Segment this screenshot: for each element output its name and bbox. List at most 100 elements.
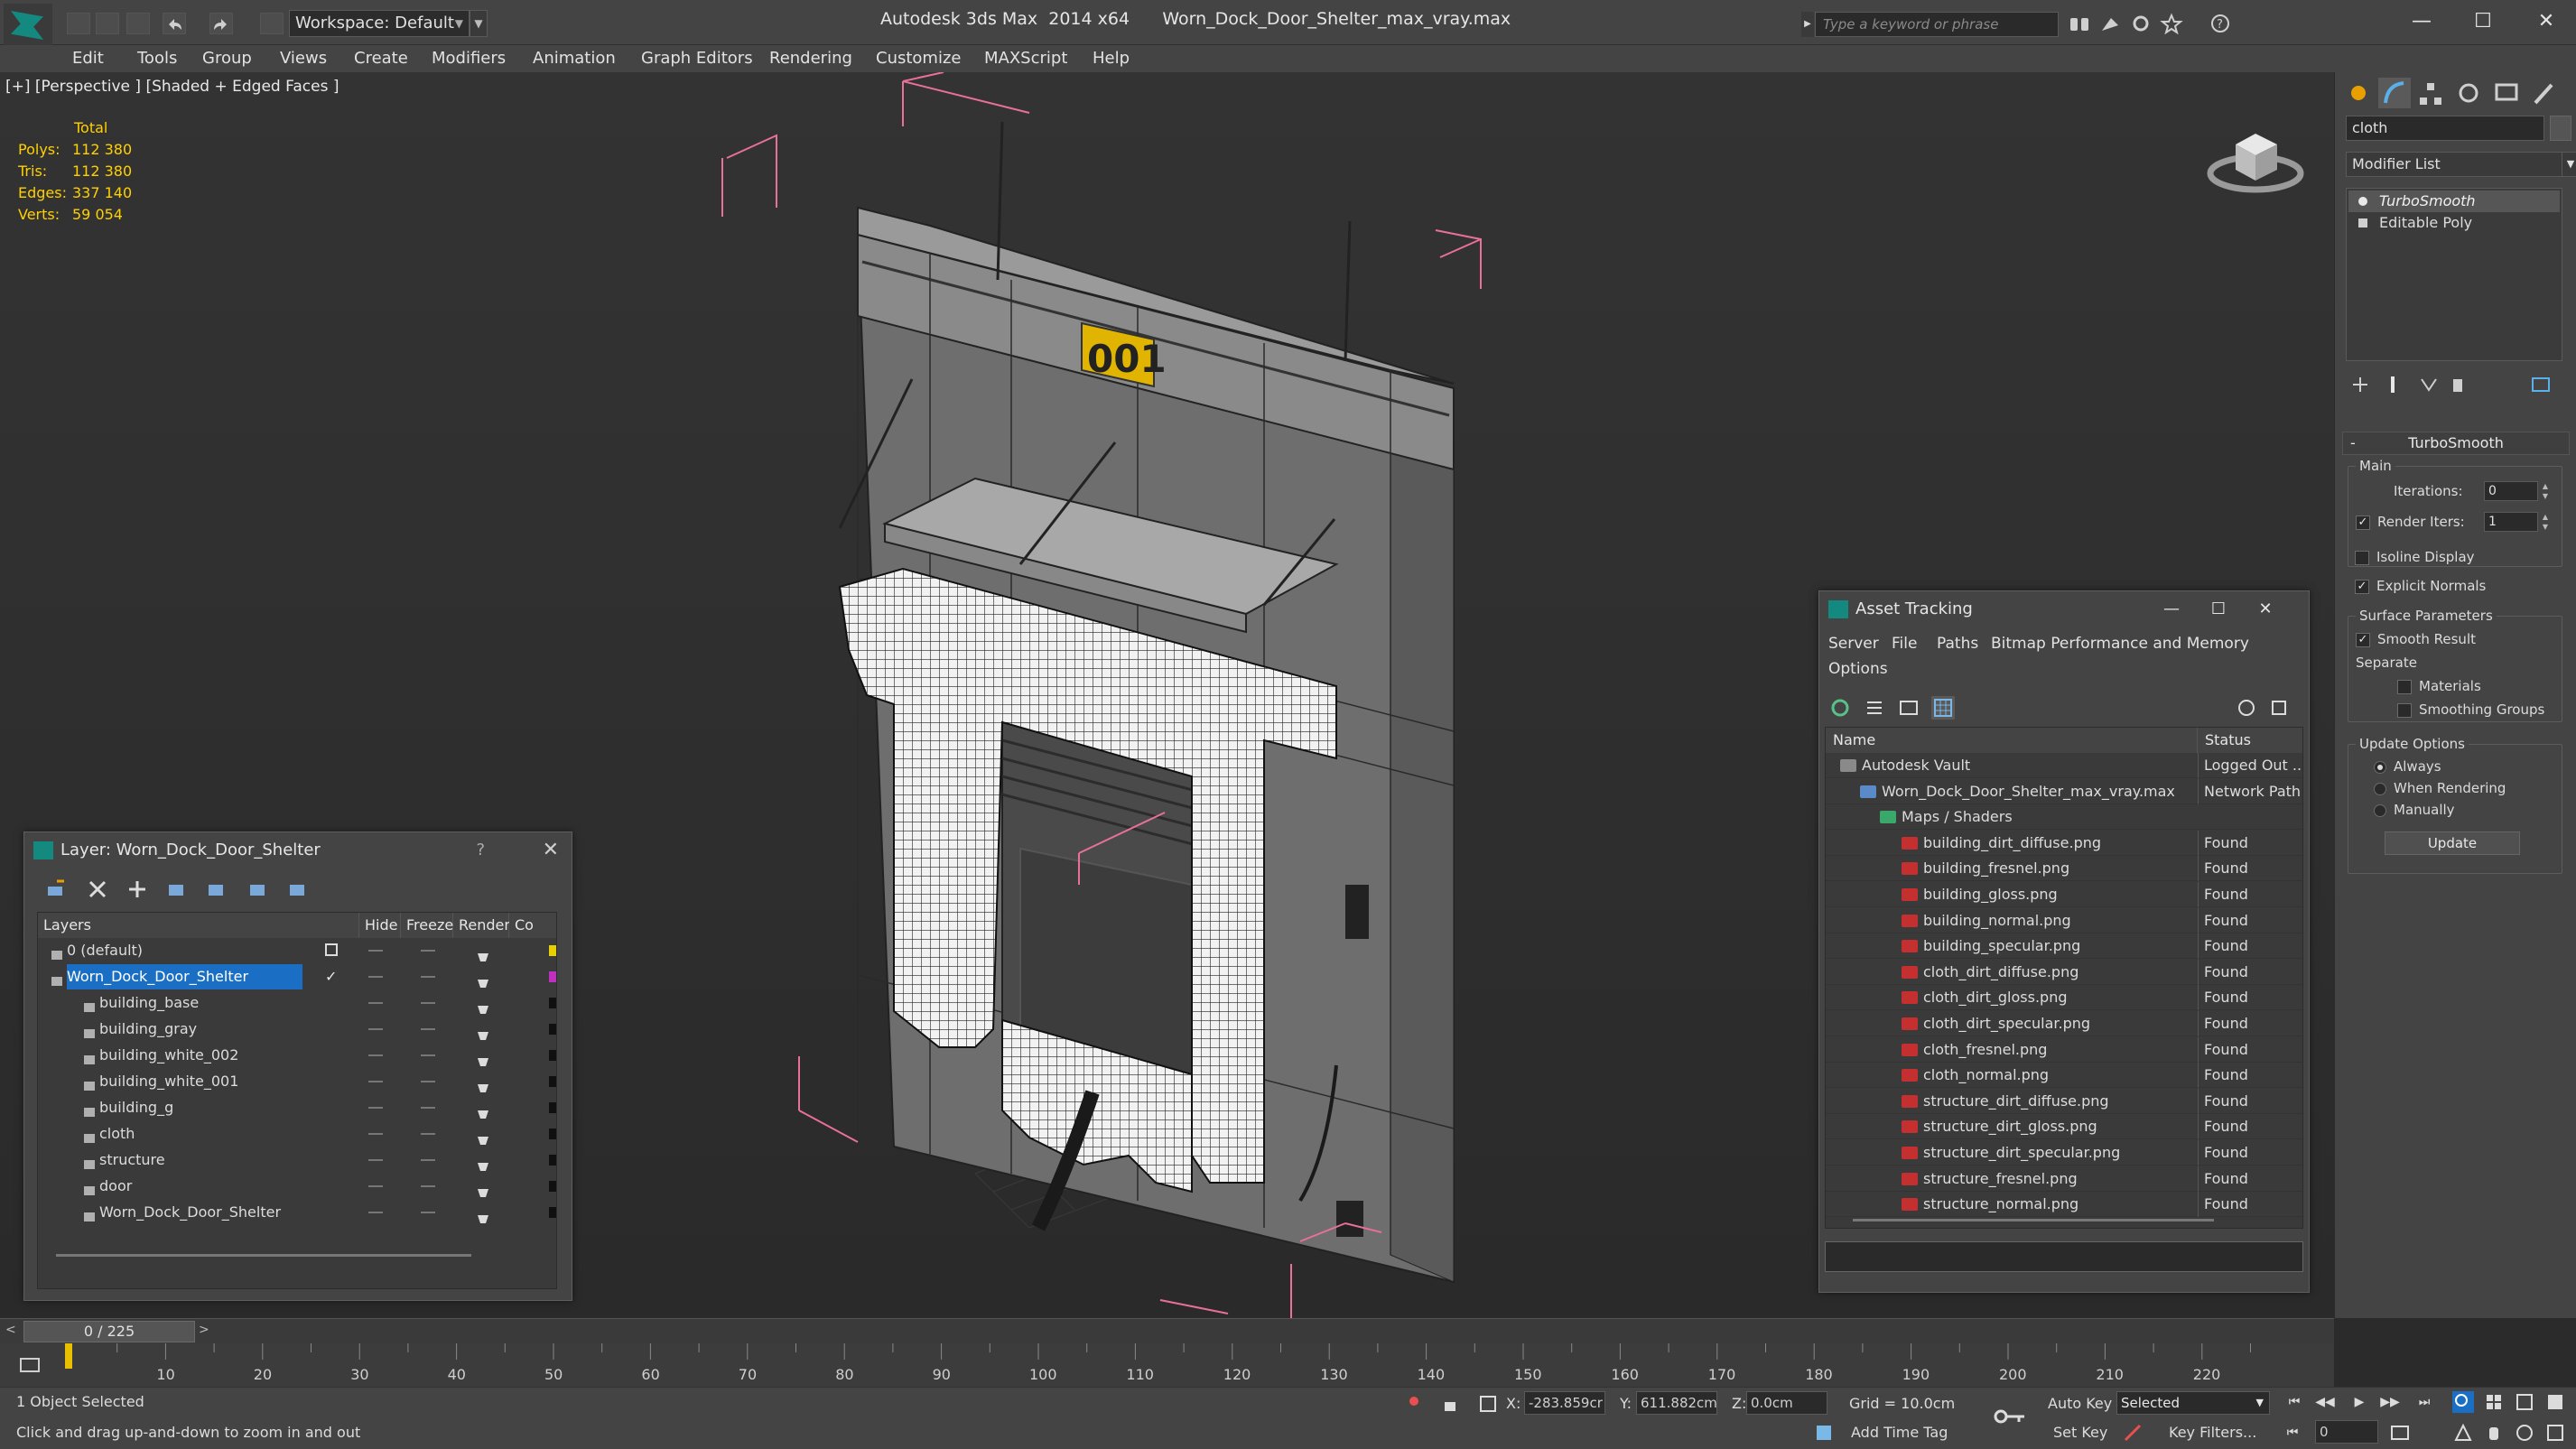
hide-toggle-icon[interactable] (368, 1028, 383, 1030)
layer-row[interactable]: Worn_Dock_Door_Shelter (38, 1200, 556, 1225)
lightbulb-icon[interactable] (2357, 196, 2368, 207)
close-window-button[interactable]: ✕ (2519, 5, 2573, 38)
update-always-radio[interactable] (2374, 761, 2386, 774)
layer-row[interactable]: Worn_Dock_Door_Shelter ✓ (38, 964, 556, 989)
asset-menu-paths[interactable]: Paths (1937, 635, 1978, 653)
go-to-start-button[interactable]: ⏮ (2281, 1389, 2308, 1415)
menu-views[interactable]: Views (280, 45, 327, 72)
object-name-field[interactable]: cloth (2346, 116, 2544, 141)
active-layer-box-icon[interactable] (325, 943, 339, 958)
asset-row[interactable]: building_gloss.png Found (1826, 882, 2302, 907)
time-slider-handle[interactable]: 0 / 225 (23, 1321, 195, 1342)
smooth-result-checkbox[interactable]: ✓ (2356, 633, 2370, 647)
layer-color-swatch[interactable] (549, 1181, 556, 1192)
hide-toggle-icon[interactable] (368, 1002, 383, 1004)
absolute-mode-icon[interactable] (1477, 1393, 1499, 1415)
asset-row[interactable]: cloth_fresnel.png Found (1826, 1036, 2302, 1063)
new-layer-icon[interactable] (44, 878, 68, 901)
asset-menu-server[interactable]: Server (1828, 635, 1879, 653)
asset-row[interactable]: structure_fresnel.png Found (1826, 1166, 2302, 1192)
menu-customize[interactable]: Customize (876, 45, 961, 72)
asset-row[interactable]: structure_dirt_specular.png Found (1826, 1140, 2302, 1166)
open-file-icon[interactable] (96, 13, 119, 34)
hide-toggle-icon[interactable] (368, 1159, 383, 1161)
layer-dialog-title[interactable]: Layer: Worn_Dock_Door_Shelter (24, 832, 572, 868)
freeze-toggle-icon[interactable] (421, 1002, 435, 1004)
track-bar[interactable]: 10 20 30 40 50 60 70 80 90 100 110 120 130 140 150 160 1… (0, 1343, 2334, 1387)
render-toggle-icon[interactable] (477, 1050, 489, 1066)
render-iters-spinner[interactable]: 1 ▲ ▼ (2484, 512, 2548, 532)
asset-row[interactable]: cloth_normal.png Found (1826, 1063, 2302, 1089)
render-toggle-icon[interactable] (477, 1207, 489, 1223)
pan-hand-icon[interactable] (2483, 1422, 2505, 1444)
render-toggle-icon[interactable] (477, 1102, 489, 1119)
layer-row[interactable]: building_gray (38, 1017, 556, 1042)
set-key-button[interactable]: Set Key (2053, 1424, 2107, 1441)
smoothing-groups-checkbox[interactable] (2397, 703, 2412, 718)
col-freeze[interactable]: Freeze (401, 913, 453, 938)
new-file-icon[interactable] (67, 13, 90, 34)
layer-row[interactable]: 0 (default) (38, 938, 556, 963)
asset-path-field[interactable] (1825, 1241, 2303, 1272)
menu-create[interactable]: Create (354, 45, 408, 72)
iterations-spinner[interactable]: 0 ▲ ▼ (2484, 481, 2548, 501)
stack-item-turbosmooth[interactable]: TurboSmooth (2348, 190, 2560, 212)
turbosmooth-rollout-header[interactable]: - TurboSmooth (2342, 432, 2570, 455)
menu-edit[interactable]: Edit (72, 45, 104, 72)
refresh-icon[interactable] (1828, 696, 1852, 720)
orbit-icon[interactable] (2514, 1422, 2535, 1444)
play-button[interactable]: ▶ (2346, 1389, 2373, 1415)
freeze-toggle-icon[interactable] (421, 1133, 435, 1135)
menu-maxscript[interactable]: MAXScript (984, 45, 1067, 72)
save-file-icon[interactable] (126, 13, 150, 34)
current-layer-check-icon[interactable]: ✓ (325, 970, 339, 984)
hide-toggle-icon[interactable] (368, 1185, 383, 1187)
asset-row[interactable]: building_fresnel.png Found (1826, 856, 2302, 882)
workspace-dropdown[interactable]: Workspace: Default ▼ (289, 10, 470, 37)
project-folder-icon[interactable] (260, 13, 284, 34)
go-to-end-button[interactable]: ⏭ (2411, 1389, 2438, 1415)
asset-maximize-button[interactable]: ☐ (2191, 593, 2246, 626)
show-end-result-icon[interactable] (2382, 374, 2404, 395)
layer-row[interactable]: cloth (38, 1121, 556, 1147)
freeze-all-layers-icon[interactable] (286, 878, 310, 901)
layer-row[interactable]: building_g (38, 1095, 556, 1120)
modify-tab-icon[interactable] (2378, 78, 2411, 108)
layer-row[interactable]: building_base (38, 990, 556, 1016)
freeze-toggle-icon[interactable] (421, 976, 435, 978)
utilities-tab-icon[interactable] (2528, 78, 2561, 108)
freeze-toggle-icon[interactable] (421, 1185, 435, 1187)
render-toggle-icon[interactable] (477, 1024, 489, 1040)
minimize-window-button[interactable]: — (2395, 5, 2449, 38)
create-tab-icon[interactable] (2342, 78, 2375, 108)
isoline-display-checkbox[interactable] (2355, 551, 2369, 565)
maximize-window-button[interactable]: ☐ (2456, 5, 2510, 38)
selection-lock-icon[interactable] (1439, 1393, 1461, 1415)
asset-close-button[interactable]: ✕ (2238, 593, 2292, 626)
asset-row[interactable]: Worn_Dock_Door_Shelter_max_vray.max Netwo… (1826, 778, 2302, 804)
layer-row[interactable]: building_white_002 (38, 1043, 556, 1068)
isolate-selection-icon[interactable] (1403, 1393, 1425, 1415)
asset-row[interactable]: structure_dirt_gloss.png Found (1826, 1114, 2302, 1140)
render-toggle-icon[interactable] (477, 1181, 489, 1197)
render-toggle-icon[interactable] (477, 1076, 489, 1092)
menu-help[interactable]: Help (1093, 45, 1130, 72)
menu-tools[interactable]: Tools (137, 45, 177, 72)
hide-toggle-icon[interactable] (368, 1133, 383, 1135)
menu-modifiers[interactable]: Modifiers (432, 45, 506, 72)
viewport-label[interactable]: [+] [Perspective ] [Shaded + Edged Faces… (5, 78, 339, 96)
materials-checkbox[interactable] (2397, 680, 2412, 694)
layer-hscrollbar[interactable] (56, 1254, 471, 1257)
update-manually-radio[interactable] (2374, 804, 2386, 817)
favorites-star-icon[interactable] (2160, 13, 2183, 35)
object-color-swatch[interactable] (2550, 116, 2571, 141)
asset-row[interactable]: cloth_dirt_gloss.png Found (1826, 985, 2302, 1011)
undo-icon[interactable] (163, 13, 186, 34)
asset-row[interactable]: building_specular.png Found (1826, 933, 2302, 960)
freeze-toggle-icon[interactable] (421, 1081, 435, 1082)
menu-graph-editors[interactable]: Graph Editors (641, 45, 753, 72)
layer-help-button[interactable]: ? (476, 832, 485, 868)
layer-row[interactable]: door (38, 1174, 556, 1199)
list-view-icon[interactable] (1863, 696, 1886, 720)
hide-toggle-icon[interactable] (368, 1081, 383, 1082)
